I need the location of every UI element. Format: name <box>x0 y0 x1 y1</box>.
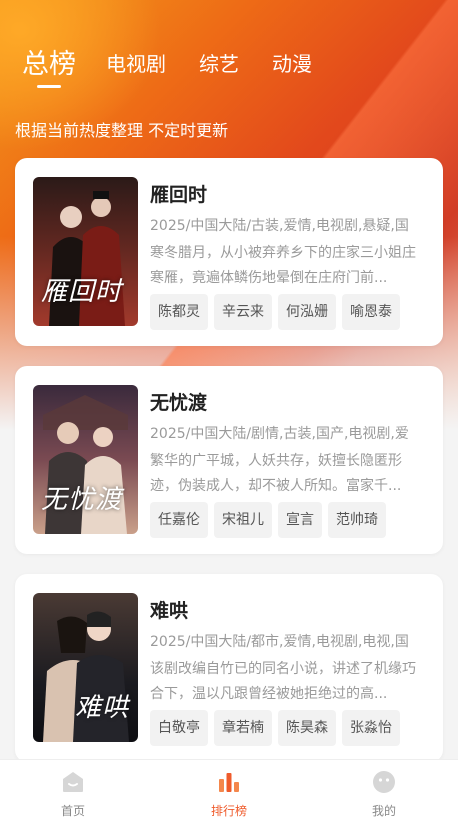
actor-list: 白敬亭 章若楠 陈昊森 张淼怡 <box>150 710 406 746</box>
actor-list: 任嘉伦 宋祖儿 宣言 范帅琦 <box>150 502 392 538</box>
ranking-subtitle: 根据当前热度整理 不定时更新 <box>15 121 229 140</box>
actor-tag[interactable]: 陈都灵 <box>150 294 208 330</box>
drama-card[interactable]: 无忧渡 无忧渡 2025/中国大陆/剧情,古装,国产,电视剧,爱 繁华的广平城，… <box>15 366 443 554</box>
actor-tag[interactable]: 喻恩泰 <box>342 294 400 330</box>
drama-description: 寒冬腊月，从小被弃养乡下的庄家三小姐庄寒雁，竟遍体鳞伤地晕倒在庄府门前... <box>150 245 416 286</box>
tab-tv-series[interactable]: 电视剧 <box>106 40 166 77</box>
actor-tag[interactable]: 何泓姗 <box>278 294 336 330</box>
actor-tag[interactable]: 范帅琦 <box>328 502 386 538</box>
drama-poster: 无忧渡 <box>33 385 138 534</box>
poster-title: 雁回时 <box>41 277 123 307</box>
category-tabs: 总榜 电视剧 综艺 动漫 <box>22 40 345 90</box>
bottom-navigation: 首页 排行榜 我的 <box>0 759 458 820</box>
actor-tag[interactable]: 张淼怡 <box>342 710 400 746</box>
drama-card[interactable]: 难哄 难哄 2025/中国大陆/都市,爱情,电视剧,电视,国 该剧改编自竹已的同… <box>15 574 443 762</box>
nav-ranking-label: 排行榜 <box>210 804 247 818</box>
drama-title[interactable]: 雁回时 <box>150 180 207 207</box>
ranking-icon <box>219 773 239 792</box>
nav-profile-label: 我的 <box>371 804 396 818</box>
nav-home-label: 首页 <box>60 804 85 818</box>
poster-title: 难哄 <box>75 693 130 723</box>
drama-card[interactable]: 雁回时 雁回时 2025/中国大陆/古装,爱情,电视剧,悬疑,国 寒冬腊月，从小… <box>15 158 443 346</box>
actor-tag[interactable]: 章若楠 <box>214 710 272 746</box>
drama-title[interactable]: 无忧渡 <box>150 388 207 415</box>
drama-meta: 2025/中国大陆/都市,爱情,电视剧,电视,国 <box>150 634 409 650</box>
drama-title[interactable]: 难哄 <box>150 596 188 623</box>
actor-tag[interactable]: 白敬亭 <box>150 710 208 746</box>
profile-icon <box>373 771 395 793</box>
drama-meta: 2025/中国大陆/古装,爱情,电视剧,悬疑,国 <box>150 218 409 234</box>
actor-tag[interactable]: 宣言 <box>278 502 322 538</box>
home-icon <box>63 772 83 792</box>
tab-variety[interactable]: 综艺 <box>199 40 239 77</box>
actor-tag[interactable]: 陈昊森 <box>278 710 336 746</box>
actor-tag[interactable]: 任嘉伦 <box>150 502 208 538</box>
actor-tag[interactable]: 辛云来 <box>214 294 272 330</box>
tab-anime[interactable]: 动漫 <box>272 40 312 77</box>
drama-poster: 雁回时 <box>33 177 138 326</box>
drama-meta: 2025/中国大陆/剧情,古装,国产,电视剧,爱 <box>150 426 409 442</box>
drama-description: 繁华的广平城，人妖共存，妖擅长隐匿形迹，伪装成人，却不被人所知。富家千... <box>150 453 402 494</box>
actor-tag[interactable]: 宋祖儿 <box>214 502 272 538</box>
drama-description: 该剧改编自竹已的同名小说，讲述了机缘巧合下，温以凡跟曾经被她拒绝过的高... <box>150 661 416 702</box>
tab-overall[interactable]: 总榜 <box>22 40 76 88</box>
poster-title: 无忧渡 <box>41 485 123 515</box>
drama-poster: 难哄 <box>33 593 138 742</box>
actor-list: 陈都灵 辛云来 何泓姗 喻恩泰 <box>150 294 406 330</box>
